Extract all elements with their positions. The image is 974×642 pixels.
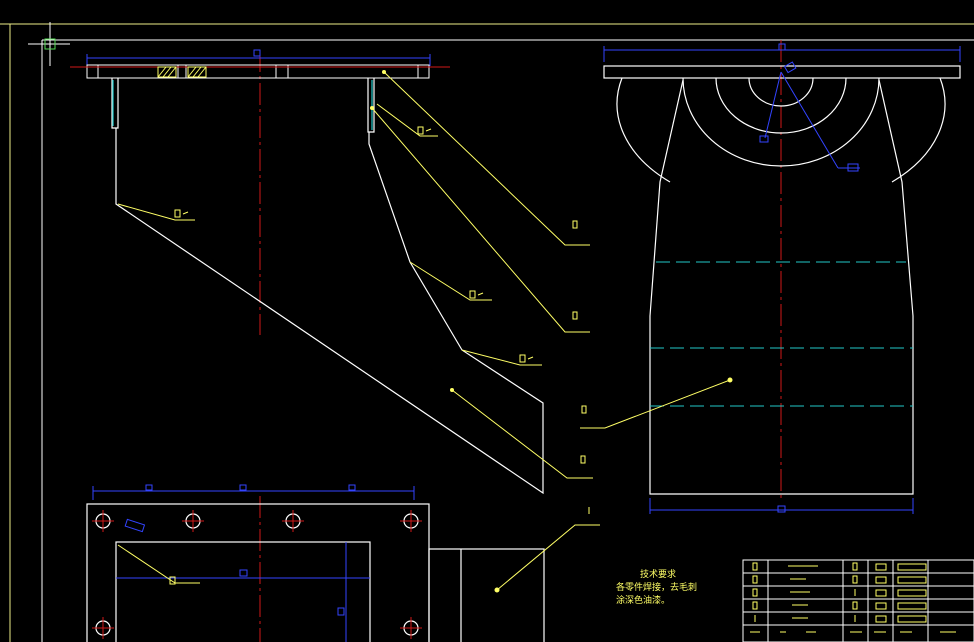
side-top-dimension (603, 43, 961, 62)
cad-drawing-canvas[interactable]: 技术要求 各零件焊接，去毛刺 涂深色油漆。 (0, 0, 974, 642)
plan-outline (86, 503, 545, 642)
tech-req-line-1: 各零件焊接，去毛刺 (616, 581, 697, 593)
side-flange (603, 65, 961, 79)
leader-dots (370, 70, 454, 392)
parts-list-table (742, 559, 974, 642)
front-top-dimension (86, 49, 431, 66)
plan-view[interactable] (86, 484, 600, 642)
side-leader (580, 377, 733, 429)
bolt-hole-centerlines (92, 510, 422, 639)
ucs-cursor-icon (28, 22, 70, 66)
tech-req-line-2: 涂深色油漆。 (616, 594, 670, 606)
technical-requirements: 技术要求 各零件焊接，去毛刺 涂深色油漆。 (616, 568, 697, 606)
plan-top-dimension (92, 484, 415, 500)
hopper-body (111, 78, 544, 495)
inner-border (41, 39, 974, 642)
front-view[interactable] (70, 49, 593, 495)
tech-req-heading: 技术要求 (640, 568, 676, 580)
plan-inner-dimension (116, 518, 370, 642)
bolt-hatch (157, 66, 207, 78)
side-view[interactable] (580, 40, 961, 514)
front-leaders (117, 71, 593, 479)
side-bottom-dimension (649, 498, 914, 514)
